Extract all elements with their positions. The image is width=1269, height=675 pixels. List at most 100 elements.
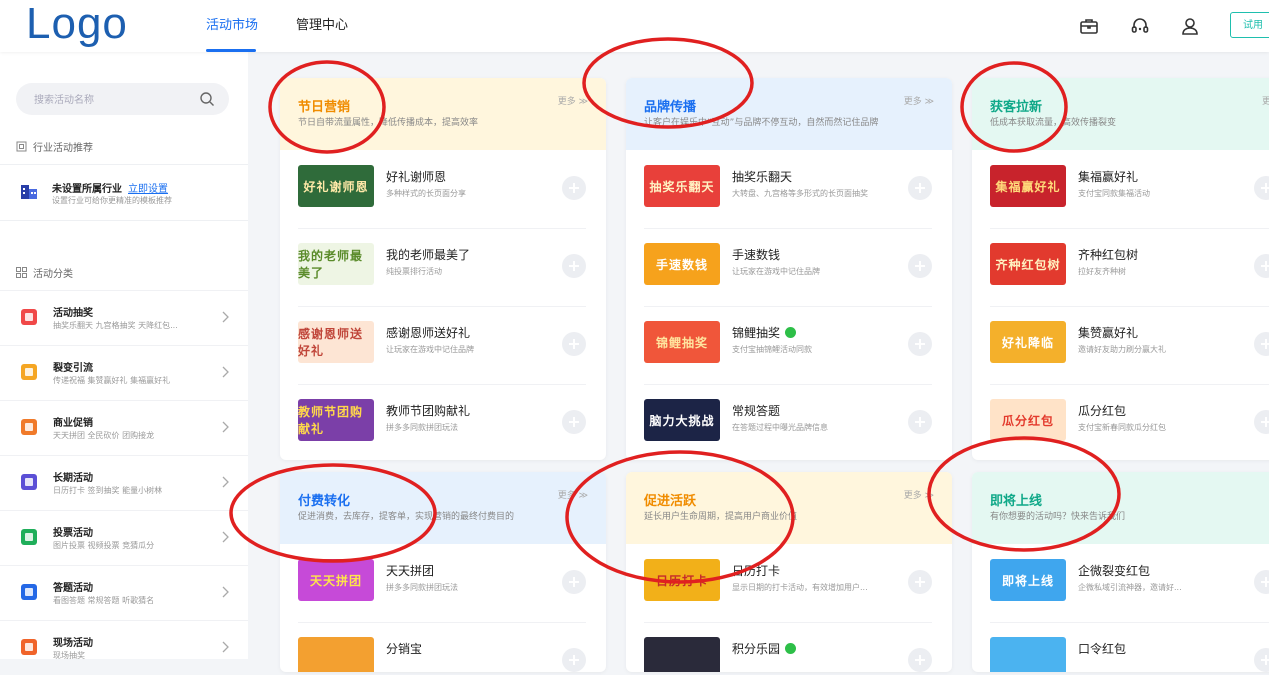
gift-icon [21,309,37,325]
add-button[interactable] [562,570,586,594]
sidebar-category-item[interactable]: 裂变引流 传递祝福 集赞赢好礼 集福赢好礼 [0,345,248,400]
chevron-right-icon [222,586,229,598]
user-icon[interactable] [1180,16,1200,36]
activity-item[interactable]: 好礼降临 集赞赢好礼 邀请好友助力刷分赢大礼 [990,306,1269,385]
add-button[interactable] [908,332,932,356]
activity-title: 分销宝 [386,642,423,656]
activity-thumbnail [990,637,1066,672]
activity-title: 我的老师最美了 [386,248,471,262]
add-button[interactable] [1254,176,1269,200]
sidebar-category-item[interactable]: 长期活动 日历打卡 签到抽奖 能量小树林 [0,455,248,510]
card-description: 让客户在娱乐中“互动”与品牌不停互动，自然而然记住品牌 [644,118,879,128]
activity-subtitle: 纯投票排行活动 [386,267,442,276]
activity-subtitle: 在答题过程中曝光品牌信息 [732,423,828,432]
activity-item[interactable]: 天天拼团 天天拼团 拼多多同款拼团玩法 [298,544,586,623]
add-button[interactable] [562,176,586,200]
industry-setting: 未设置所属行业 立即设置 设置行业可给你更精准的模板推荐 [18,178,238,218]
activity-thumbnail: 脑力大挑战 [644,399,720,441]
activity-item[interactable]: 瓜分红包 瓜分红包 支付宝新春同款瓜分红包 [990,384,1269,460]
more-link[interactable]: 更多 ≫ [558,94,588,107]
sidebar-category-item[interactable]: 现场活动 现场抽奖 [0,620,248,675]
sidebar-category-item[interactable]: 答题活动 看图答题 常规答题 听歌猜名 [0,565,248,620]
more-link[interactable]: 更多 ≫ [904,488,934,501]
activity-title: 感谢恩师送好礼 [386,326,471,340]
thumbnail-text: 日历打卡 [655,573,708,588]
add-button[interactable] [1254,332,1269,356]
card-description: 延长用户生命周期，提高用户商业价值 [644,512,798,522]
add-button[interactable] [1254,410,1269,434]
category-title: 裂变引流 [53,363,93,374]
activity-thumbnail: 瓜分红包 [990,399,1066,441]
activity-thumbnail [298,637,374,672]
add-button[interactable] [562,254,586,278]
add-button[interactable] [562,410,586,434]
activity-item[interactable]: 教师节团购献礼 教师节团购献礼 拼多多同款拼团玩法 [298,384,586,460]
add-button[interactable] [908,570,932,594]
calendar-icon [21,474,37,490]
category-title: 答题活动 [53,583,93,594]
set-industry-link[interactable]: 立即设置 [128,184,168,195]
add-button[interactable] [562,332,586,356]
sidebar-category-item[interactable]: 商业促销 天天拼团 全民砍价 团购接龙 [0,400,248,455]
thumbnail-text: 感谢恩师送好礼 [298,327,364,358]
activity-item[interactable]: 即将上线 企微裂变红包 企微私域引流神器，邀请好... [990,544,1269,623]
activity-title: 集福赢好礼 [1078,170,1139,184]
activity-card: 获客拉新低成本获取流量，高效传播裂变更多集福赢好礼集福赢好礼支付宝同款集福活动齐… [972,78,1269,460]
search-box [16,83,229,117]
activity-item[interactable]: 积分乐园 [644,622,932,672]
thumbnail-text: 好礼降临 [1001,335,1054,350]
add-button[interactable] [562,648,586,672]
more-link[interactable]: 更多 ≫ [904,94,934,107]
activity-item[interactable]: 日历打卡 日历打卡 显示日期的打卡活动，有效增加用户... [644,544,932,623]
chevron-right-icon [222,421,229,433]
category-subtitle: 图片投票 视频投票 竞猜瓜分 [53,541,155,550]
chevron-right-icon [222,476,229,488]
activity-item[interactable]: 脑力大挑战 常规答题 在答题过程中曝光品牌信息 [644,384,932,460]
headset-icon[interactable] [1130,16,1150,36]
activity-item[interactable]: 分销宝 [298,622,586,672]
more-link[interactable]: 更多 [1262,94,1269,107]
thumbnail-text [644,637,720,672]
trial-button[interactable]: 试用 [1230,12,1269,38]
activity-item[interactable]: 好礼谢师恩 好礼谢师恩 多种样式的长页面分享 [298,150,586,229]
activity-item[interactable]: 口令红包 [990,622,1269,672]
add-button[interactable] [908,410,932,434]
chevron-right-icon [222,311,229,323]
activity-item[interactable]: 集福赢好礼 集福赢好礼 支付宝同款集福活动 [990,150,1269,229]
activity-item[interactable]: 感谢恩师送好礼 感谢恩师送好礼 让玩家在游戏中记住品牌 [298,306,586,385]
activity-title: 日历打卡 [732,564,781,578]
add-button[interactable] [1254,254,1269,278]
sidebar-category-item[interactable]: 活动抽奖 抽奖乐翻天 九宫格抽奖 天降红包... [0,290,248,345]
category-title: 长期活动 [53,473,93,484]
chevron-right-icon [222,641,229,653]
industry-section-title: 行业活动推荐 [16,139,93,154]
tab-management-center[interactable]: 管理中心 [296,0,348,52]
activity-thumbnail: 抽奖乐翻天 [644,165,720,207]
activity-item[interactable]: 锦鲤抽奖 锦鲤抽奖 支付宝抽锦鲤活动同款 [644,306,932,385]
more-link[interactable]: 更多 ≫ [558,488,588,501]
activity-thumbnail [644,637,720,672]
activity-item[interactable]: 手速数钱 手速数钱 让玩家在游戏中记住品牌 [644,228,932,307]
activity-thumbnail: 集福赢好礼 [990,165,1066,207]
search-icon[interactable] [199,91,215,107]
activity-item[interactable]: 抽奖乐翻天 抽奖乐翻天 大转盘、九宫格等多形式的长页面抽奖 [644,150,932,229]
briefcase-icon[interactable] [1079,16,1099,36]
add-button[interactable] [908,648,932,672]
thumbnail-text: 瓜分红包 [1001,413,1054,428]
logo[interactable]: Logo [26,0,128,48]
industry-section-label: 行业活动推荐 [33,143,93,154]
add-button[interactable] [1254,570,1269,594]
search-input[interactable] [32,83,196,117]
activity-item[interactable]: 齐种红包树 齐种红包树 拉好友齐种树 [990,228,1269,307]
activity-thumbnail: 教师节团购献礼 [298,399,374,441]
activity-title: 齐种红包树 [1078,248,1139,262]
add-button[interactable] [908,176,932,200]
add-button[interactable] [1254,648,1269,672]
add-button[interactable] [908,254,932,278]
activity-item[interactable]: 我的老师最美了 我的老师最美了 纯投票排行活动 [298,228,586,307]
activity-card: 促进活跃 延长用户生命周期，提高用户商业价值 更多 ≫ 日历打卡 日历打卡 显示日期的打卡… [626,472,952,672]
tab-activity-market[interactable]: 活动市场 [198,0,266,52]
sidebar-category-item[interactable]: 投票活动 图片投票 视频投票 竞猜瓜分 [0,510,248,565]
activity-thumbnail: 锦鲤抽奖 [644,321,720,363]
chevron-right-icon [222,531,229,543]
